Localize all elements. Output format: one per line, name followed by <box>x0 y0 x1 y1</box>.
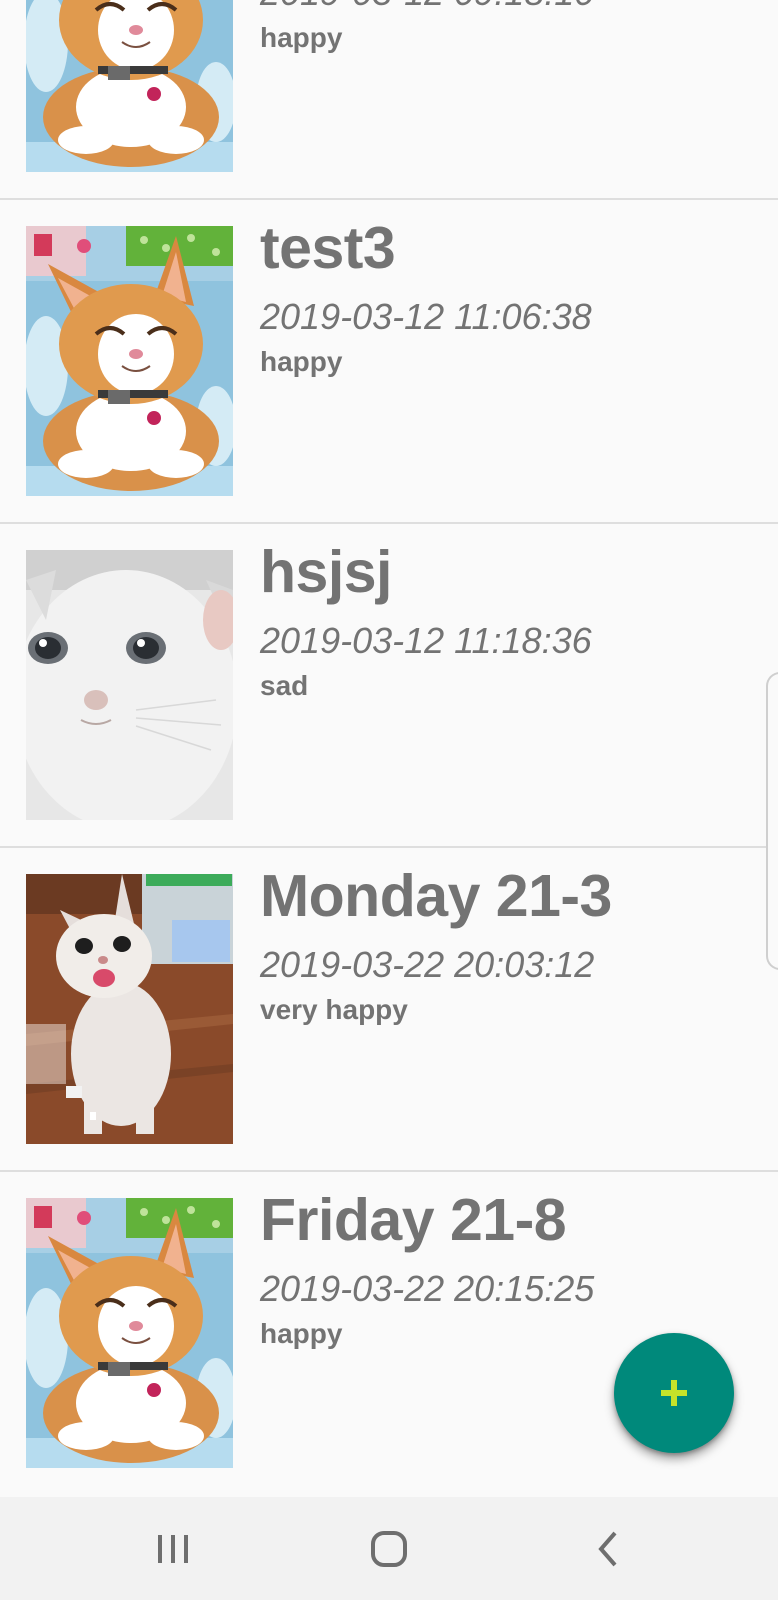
entry-date: 2019-03-12 11:06:38 <box>260 296 592 337</box>
home-button[interactable] <box>359 1519 419 1579</box>
entry-list[interactable]: 2019-03-12 09:18:10 happy test3 2019-03-… <box>0 0 778 1497</box>
entry-mood: happy <box>260 346 343 377</box>
entry-title: Friday 21-8 <box>260 1187 567 1253</box>
entry-mood: sad <box>260 670 309 701</box>
system-navigation-bar <box>0 1497 778 1600</box>
entry-photo <box>26 550 233 820</box>
entry-row[interactable]: 2019-03-12 09:18:10 happy <box>0 0 778 200</box>
entry-row[interactable]: Monday 21-3 2019-03-22 20:03:12 very hap… <box>0 848 778 1172</box>
entry-mood: happy <box>260 22 343 53</box>
scroll-indicator[interactable] <box>766 672 778 970</box>
add-entry-button[interactable] <box>614 1333 734 1453</box>
plus-icon <box>661 1380 687 1406</box>
entry-title: hsjsj <box>260 539 392 605</box>
entry-photo <box>26 0 233 172</box>
entry-row[interactable]: test3 2019-03-12 11:06:38 happy <box>0 200 778 524</box>
entry-title: test3 <box>260 215 396 281</box>
entry-date: 2019-03-12 09:18:10 <box>260 0 594 14</box>
entry-date: 2019-03-22 20:03:12 <box>260 944 595 985</box>
entry-photo <box>26 226 233 496</box>
entry-photo <box>26 874 233 1144</box>
back-icon <box>598 1531 617 1567</box>
back-button[interactable] <box>579 1519 639 1579</box>
entry-row[interactable]: hsjsj 2019-03-12 11:18:36 sad <box>0 524 778 848</box>
entry-date: 2019-03-12 11:18:36 <box>260 620 592 661</box>
entry-mood: happy <box>260 1318 343 1349</box>
recent-apps-button[interactable] <box>143 1519 203 1579</box>
entry-photo <box>26 1198 233 1468</box>
entry-mood: very happy <box>260 994 408 1025</box>
entry-date: 2019-03-22 20:15:25 <box>260 1268 595 1309</box>
recent-apps-icon <box>158 1535 188 1563</box>
entry-title: Monday 21-3 <box>260 863 612 929</box>
home-icon <box>371 1531 407 1567</box>
